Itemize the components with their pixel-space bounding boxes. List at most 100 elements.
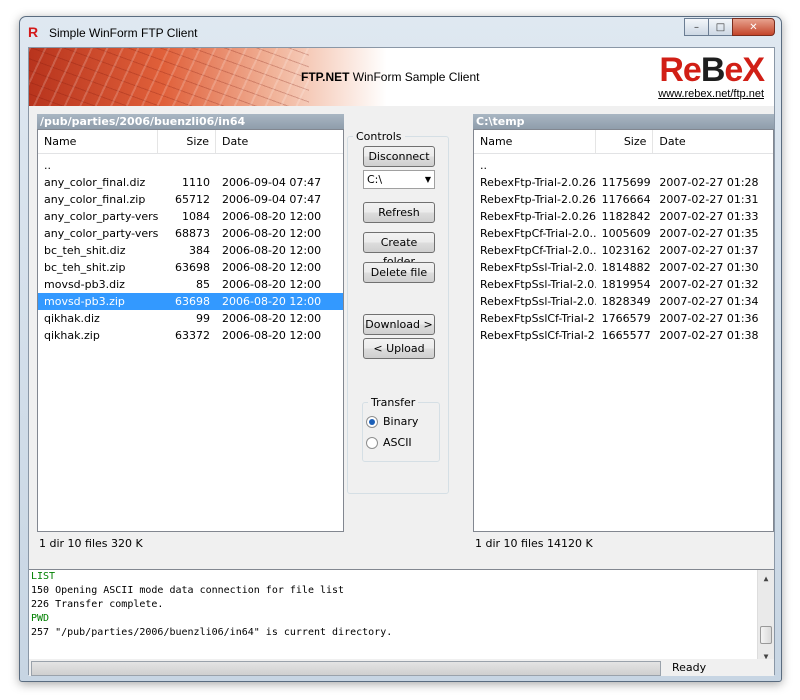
column-name[interactable]: Name [474, 130, 596, 153]
remote-status: 1 dir 10 files 320 K [39, 537, 143, 550]
download-button[interactable]: Download > [363, 314, 435, 335]
scroll-thumb[interactable] [760, 626, 772, 644]
list-item[interactable]: movsd-pb3.diz 85 2006-08-20 12:00 [38, 276, 343, 293]
drive-select[interactable]: C:\ ▼ [363, 170, 435, 189]
column-date[interactable]: Date [653, 130, 773, 153]
list-item[interactable]: RebexFtpCf-Trial-2.0.... 1005609 2007-02-2… [474, 225, 773, 242]
rebex-link[interactable]: www.rebex.net/ftp.net [658, 88, 764, 100]
file-size: 85 [196, 278, 210, 291]
log-scrollbar[interactable]: ▲ ▼ [757, 570, 774, 665]
list-item[interactable]: any_color_final.diz 1110 2006-09-04 07:47 [38, 174, 343, 191]
list-item[interactable]: .. [38, 157, 343, 174]
file-size: 68873 [175, 227, 210, 240]
file-name: RebexFtpSsl-Trial-2.0.... [480, 278, 596, 291]
remote-path-header: /pub/parties/2006/buenzli06/in64 [37, 114, 344, 129]
list-item[interactable]: RebexFtp-Trial-2.0.26... 1176664 2007-02-2… [474, 191, 773, 208]
file-size: 1182842 [601, 210, 651, 223]
column-name[interactable]: Name [38, 130, 158, 153]
list-item[interactable]: RebexFtpCf-Trial-2.0.... 1023162 2007-02-2… [474, 242, 773, 259]
list-item[interactable]: RebexFtpSsl-Trial-2.0.... 1828349 2007-02-… [474, 293, 773, 310]
file-size: 1175699 [601, 176, 651, 189]
list-item[interactable]: qikhak.diz 99 2006-08-20 12:00 [38, 310, 343, 327]
column-date[interactable]: Date [216, 130, 336, 153]
banner-caption: FTP.NET WinForm Sample Client [301, 70, 479, 84]
file-name: qikhak.diz [44, 312, 100, 325]
file-date: 2007-02-27 01:31 [659, 193, 759, 206]
file-size: 1766579 [601, 312, 651, 325]
file-name: any_color_party-versi... [44, 227, 158, 240]
file-size: 63698 [175, 295, 210, 308]
refresh-button[interactable]: Refresh [363, 202, 435, 223]
file-date: 2007-02-27 01:38 [659, 329, 759, 342]
list-item[interactable]: RebexFtp-Trial-2.0.26... 1175699 2007-02-2… [474, 174, 773, 191]
progress-bar [31, 661, 661, 676]
list-item[interactable]: any_color_final.zip 65712 2006-09-04 07:47 [38, 191, 343, 208]
binary-radio[interactable]: Binary [366, 415, 418, 428]
scroll-up-icon[interactable]: ▲ [758, 570, 774, 587]
disconnect-button[interactable]: Disconnect [363, 146, 435, 167]
file-date: 2007-02-27 01:28 [659, 176, 759, 189]
file-size: 1819954 [601, 278, 651, 291]
remote-file-list[interactable]: Name Size Date .. any_color_final.diz 1110… [37, 129, 344, 532]
list-item[interactable]: qikhak.zip 63372 2006-08-20 12:00 [38, 327, 343, 344]
transfer-title: Transfer [368, 396, 419, 409]
upload-button[interactable]: < Upload [363, 338, 435, 359]
minimize-icon[interactable]: – [684, 18, 709, 36]
local-file-list[interactable]: Name Size Date .. RebexFtp-Trial-2.0.26..… [473, 129, 774, 532]
file-name: any_color_party-versi... [44, 210, 158, 223]
file-name: RebexFtpSsl-Trial-2.0.... [480, 295, 596, 308]
ascii-radio[interactable]: ASCII [366, 436, 412, 449]
file-date [653, 157, 773, 174]
list-item[interactable]: movsd-pb3.zip 63698 2006-08-20 12:00 [38, 293, 343, 310]
file-date: 2006-08-20 12:00 [222, 227, 322, 240]
banner-text: WinForm Sample Client [349, 70, 480, 84]
list-item[interactable]: RebexFtpSslCf-Trial-2.... 1766579 2007-02-… [474, 310, 773, 327]
list-item[interactable]: .. [474, 157, 773, 174]
list-item[interactable]: RebexFtp-Trial-2.0.26... 1182842 2007-02-2… [474, 208, 773, 225]
list-item[interactable]: RebexFtpSsl-Trial-2.0.... 1814882 2007-02-… [474, 259, 773, 276]
list-item[interactable]: bc_teh_shit.diz 384 2006-08-20 12:00 [38, 242, 343, 259]
ascii-label: ASCII [383, 436, 412, 449]
list-item[interactable]: any_color_party-versi... 1084 2006-08-20 1… [38, 208, 343, 225]
log-line: 150 Opening ASCII mode data connection f… [31, 585, 345, 596]
file-date: 2006-08-20 12:00 [222, 244, 322, 257]
column-size[interactable]: Size [596, 130, 654, 153]
radio-selected-icon[interactable] [366, 415, 378, 428]
close-icon[interactable]: ✕ [732, 18, 775, 36]
file-date: 2006-08-20 12:00 [222, 312, 322, 325]
file-size: 1828349 [601, 295, 651, 308]
banner: FTP.NET WinForm Sample Client ReBeX www.… [29, 48, 774, 106]
radio-unselected-icon[interactable] [366, 436, 378, 449]
column-size[interactable]: Size [158, 130, 216, 153]
file-name: any_color_final.zip [44, 193, 146, 206]
list-item[interactable]: RebexFtpSsl-Trial-2.0.... 1819954 2007-02-… [474, 276, 773, 293]
log-console[interactable]: LIST 150 Opening ASCII mode data connecti… [29, 569, 774, 665]
file-size: 99 [196, 312, 210, 325]
delete-file-button[interactable]: Delete file [363, 262, 435, 283]
file-name: bc_teh_shit.diz [44, 244, 126, 257]
log-line: 226 Transfer complete. [31, 599, 164, 610]
file-size: 63372 [175, 329, 210, 342]
title-bar[interactable]: R Simple WinForm FTP Client – □ ✕ [20, 17, 781, 47]
file-size: 1005609 [601, 227, 651, 240]
file-name: RebexFtpCf-Trial-2.0.... [480, 227, 596, 240]
local-list-header: Name Size Date [474, 130, 773, 154]
create-folder-button[interactable]: Create folder [363, 232, 435, 268]
file-date: 2006-09-04 07:47 [222, 176, 322, 189]
maximize-icon[interactable]: □ [708, 18, 733, 36]
file-date: 2006-08-20 12:00 [222, 261, 322, 274]
controls-title: Controls [353, 130, 405, 143]
file-size: 1665577 [601, 329, 651, 342]
client-area: FTP.NET WinForm Sample Client ReBeX www.… [28, 47, 775, 676]
list-item[interactable]: any_color_party-versi... 68873 2006-08-20 … [38, 225, 343, 242]
app-icon[interactable]: R [28, 24, 38, 40]
file-size: 1023162 [601, 244, 651, 257]
list-item[interactable]: RebexFtpSslCf-Trial-2.... 1665577 2007-02-… [474, 327, 773, 344]
file-size [158, 157, 216, 174]
file-date: 2006-08-20 12:00 [222, 295, 322, 308]
chevron-down-icon[interactable]: ▼ [425, 171, 431, 188]
file-name: RebexFtpSsl-Trial-2.0.... [480, 261, 596, 274]
local-path-header: C:\temp [473, 114, 774, 129]
file-date: 2007-02-27 01:32 [659, 278, 759, 291]
list-item[interactable]: bc_teh_shit.zip 63698 2006-08-20 12:00 [38, 259, 343, 276]
